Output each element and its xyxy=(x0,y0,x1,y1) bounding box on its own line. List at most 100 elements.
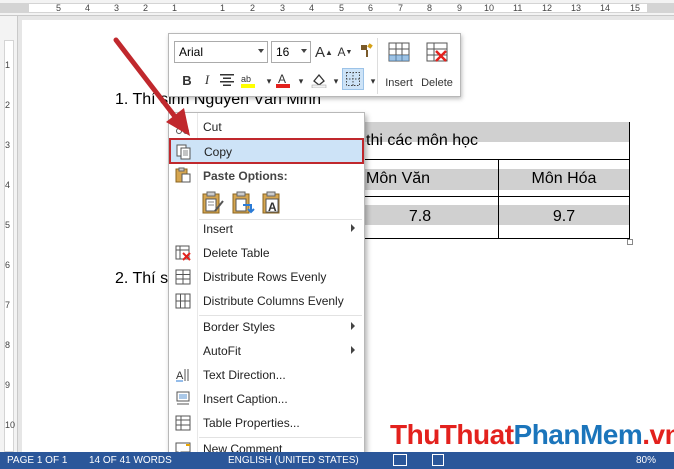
format-painter-icon[interactable] xyxy=(356,41,376,61)
delete-label: Delete xyxy=(421,77,453,89)
vruler-number: 4 xyxy=(5,180,11,190)
table-border-row2 xyxy=(340,196,630,197)
insert-label: Insert xyxy=(385,77,413,89)
table-resize-handle[interactable] xyxy=(627,239,633,245)
vruler-number: 6 xyxy=(5,260,11,270)
ruler-number: 5 xyxy=(339,3,345,13)
ruler-right-margin xyxy=(648,3,674,13)
watermark-part: PhanMem xyxy=(513,419,643,450)
watermark-part: ThuThuat xyxy=(390,419,514,450)
menu-item-label: Insert xyxy=(203,222,234,236)
font-size-value: 16 xyxy=(276,45,290,59)
paste-merge-formatting-icon[interactable] xyxy=(231,191,255,215)
vruler-number: 3 xyxy=(5,140,11,150)
menu-item-label: Insert Caption... xyxy=(203,392,288,406)
copy-highlight-outline xyxy=(169,138,364,164)
ruler-number: 3 xyxy=(280,3,286,13)
table-cell[interactable]: 9.7 xyxy=(498,207,630,227)
menu-item-label: Table Properties... xyxy=(203,416,300,430)
text-direction-icon: A xyxy=(175,367,191,383)
menu-item-insert[interactable]: Insert xyxy=(169,217,364,241)
ruler-number: 10 xyxy=(484,3,495,13)
word-count[interactable]: 14 OF 41 WORDS xyxy=(89,455,172,466)
paste-keep-formatting-icon[interactable] xyxy=(201,191,225,215)
submenu-arrow-icon xyxy=(351,322,355,330)
insert-table-icon xyxy=(388,42,410,62)
insert-table-button[interactable]: Insert xyxy=(379,39,419,93)
italic-button[interactable]: I xyxy=(197,70,217,90)
distribute-rows-icon xyxy=(175,269,191,285)
shrink-font-icon[interactable]: A ▼ xyxy=(335,42,355,62)
ruler-number: 11 xyxy=(513,3,523,13)
submenu-arrow-icon xyxy=(351,224,355,232)
caption-icon xyxy=(175,391,191,407)
menu-item-distribute-columns[interactable]: Distribute Columns Evenly xyxy=(169,289,364,313)
font-size-box[interactable]: 16 xyxy=(271,41,311,63)
vertical-ruler[interactable]: 1 2 3 4 5 6 7 8 9 10 xyxy=(0,16,18,452)
ruler-number: 2 xyxy=(143,3,149,13)
zoom-level[interactable]: 80% xyxy=(636,455,656,466)
svg-text:ab: ab xyxy=(241,74,251,84)
watermark-part: .vn xyxy=(642,419,674,450)
ruler-number: 15 xyxy=(630,3,641,13)
highlight-color-icon[interactable]: ab xyxy=(239,70,259,90)
menu-item-table-properties[interactable]: Table Properties... xyxy=(169,411,364,435)
distribute-columns-icon xyxy=(175,293,191,309)
paste-options-heading: Paste Options: xyxy=(203,169,288,183)
ruler-number: 13 xyxy=(571,3,582,13)
table-column-header[interactable]: Môn Văn xyxy=(366,169,476,189)
ruler-number: 14 xyxy=(600,3,611,13)
chevron-down-icon[interactable] xyxy=(301,49,307,53)
table-header-cell[interactable]: thi các môn học xyxy=(366,131,478,151)
borders-icon[interactable] xyxy=(342,68,364,90)
ruler-number: 1 xyxy=(172,3,178,13)
paste-text-only-icon[interactable]: A xyxy=(261,191,285,215)
font-color-icon[interactable]: A xyxy=(273,70,293,90)
status-bar: PAGE 1 OF 1 14 OF 41 WORDS ENGLISH (UNIT… xyxy=(0,452,674,469)
document-table[interactable]: thi các môn học Môn Văn Môn Hóa 7.8 9.7 xyxy=(340,102,633,245)
watermark-logo: ThuThuatPhanMem.vn xyxy=(390,419,674,451)
menu-item-insert-caption[interactable]: Insert Caption... xyxy=(169,387,364,411)
document-line-2[interactable]: 2. Thí s xyxy=(115,270,168,288)
delete-table-button[interactable]: Delete xyxy=(417,39,457,93)
menu-item-label: Border Styles xyxy=(203,320,276,334)
menu-item-text-direction[interactable]: A Text Direction... xyxy=(169,363,364,387)
submenu-arrow-icon xyxy=(351,346,355,354)
menu-item-label: Distribute Columns Evenly xyxy=(203,294,344,308)
table-cell[interactable]: 7.8 xyxy=(390,207,450,227)
page-count[interactable]: PAGE 1 OF 1 xyxy=(7,455,67,466)
ruler-number: 8 xyxy=(427,3,433,13)
vruler-number: 9 xyxy=(5,380,11,390)
grow-font-icon[interactable]: A ▲ xyxy=(314,42,334,62)
chevron-down-icon[interactable] xyxy=(258,49,264,53)
table-properties-icon xyxy=(175,415,191,431)
menu-item-label: Cut xyxy=(203,120,222,134)
menu-item-label: Text Direction... xyxy=(203,368,286,382)
ruler-number: 9 xyxy=(457,3,463,13)
language-status[interactable]: ENGLISH (UNITED STATES) xyxy=(228,455,359,466)
menu-item-label: AutoFit xyxy=(203,344,242,358)
mini-toolbar: Arial 16 A ▲ A ▼ B I ab ▾ A ▾ ▾ ▾ Insert D… xyxy=(168,33,461,97)
menu-item-autofit[interactable]: AutoFit xyxy=(169,339,364,363)
context-menu: Cut Copy Paste Options: A Insert Delete … xyxy=(168,112,365,462)
menu-item-label: Distribute Rows Evenly xyxy=(203,270,327,284)
menu-item-distribute-rows[interactable]: Distribute Rows Evenly xyxy=(169,265,364,289)
table-column-header[interactable]: Môn Hóa xyxy=(498,169,630,189)
menu-item-delete-table[interactable]: Delete Table xyxy=(169,241,364,265)
clipboard-icon xyxy=(175,167,191,183)
ruler-number: 1 xyxy=(220,3,226,13)
chevron-down-icon[interactable]: ▾ xyxy=(291,71,311,91)
ruler-number: 2 xyxy=(250,3,256,13)
print-layout-icon[interactable] xyxy=(432,454,444,466)
vruler-number: 2 xyxy=(5,100,11,110)
horizontal-ruler[interactable]: 5 4 3 2 1 1 2 3 4 5 6 7 8 9 10 11 12 13 … xyxy=(0,0,674,16)
table-border-bottom xyxy=(340,238,630,239)
menu-item-border-styles[interactable]: Border Styles xyxy=(169,315,364,339)
ruler-number: 3 xyxy=(114,3,120,13)
table-border-row1 xyxy=(340,159,630,160)
vruler-number: 10 xyxy=(5,420,16,430)
ruler-number: 7 xyxy=(398,3,404,13)
read-mode-icon[interactable] xyxy=(393,454,407,466)
menu-item-label: Delete Table xyxy=(203,246,270,260)
center-align-icon[interactable] xyxy=(217,70,237,90)
